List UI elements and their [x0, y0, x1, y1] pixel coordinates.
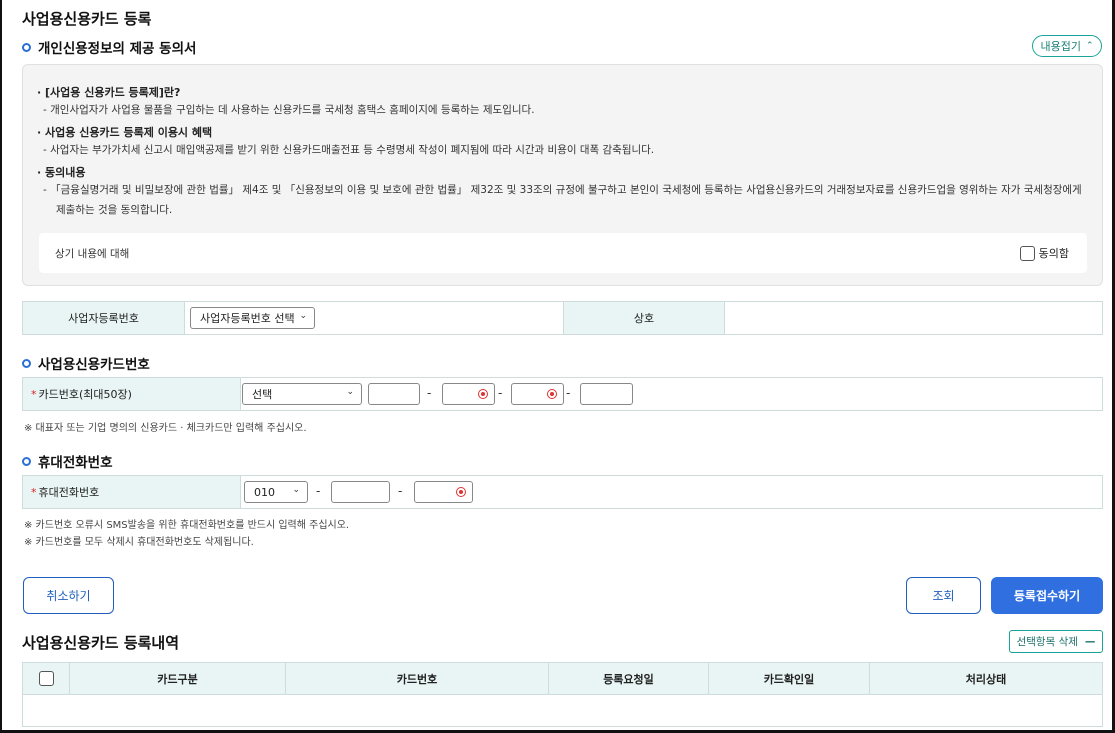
checkbox-icon[interactable] — [1019, 245, 1035, 261]
phone-last-input[interactable] — [414, 481, 473, 503]
dash-separator: - — [398, 484, 403, 498]
secure-input-icon — [456, 487, 466, 497]
search-button[interactable]: 조회 — [906, 577, 981, 614]
agree-prompt: 상기 내용에 대해 — [55, 248, 130, 260]
phone-section-label: 휴대전화번호 — [38, 455, 113, 471]
agree-checkbox-label: 동의함 — [1038, 247, 1069, 260]
consent-heading-1: · [사업용 신용카드 등록제]란? — [37, 86, 181, 99]
page-title: 사업용신용카드 등록 — [22, 10, 152, 28]
phone-label-text: 휴대전화번호 — [38, 486, 100, 499]
card-number-label: * 카드번호(최대50장) — [22, 377, 241, 411]
section-bullet-icon — [22, 456, 31, 466]
column-header: 카드확인일 — [708, 662, 870, 695]
chevron-down-icon: ⌄ — [299, 311, 307, 321]
card-note: ※ 대표자 또는 기업 명의의 신용카드 · 체크카드만 입력해 주십시오. — [24, 423, 307, 434]
dash-separator: - — [316, 484, 321, 498]
history-list-body — [22, 695, 1103, 727]
phone-middle-input[interactable] — [331, 481, 390, 503]
card-section-label: 사업용신용카드번호 — [38, 357, 150, 373]
column-header: 처리상태 — [869, 662, 1103, 695]
card-section-title: 사업용신용카드번호 — [22, 353, 150, 373]
card-number-input-3[interactable] — [511, 383, 564, 405]
required-mark: * — [31, 387, 37, 401]
business-reg-no-select-value: 사업자등록번호 선택 — [200, 312, 295, 325]
collapse-label: 내용접기 — [1040, 40, 1081, 53]
select-all-header — [22, 662, 70, 695]
delete-selected-button[interactable]: 선택항목 삭제 — — [1009, 630, 1103, 653]
business-reg-no-label: 사업자등록번호 — [22, 301, 185, 335]
consent-text-1: - 개인사업자가 사업용 물품을 구입하는 데 사용하는 신용카드를 국세청 홈… — [43, 104, 535, 116]
consent-section-label: 개인신용정보의 제공 동의서 — [38, 41, 197, 57]
card-number-input-1[interactable] — [368, 383, 420, 405]
company-name-label: 상호 — [563, 301, 725, 335]
business-reg-no-select[interactable]: 사업자등록번호 선택 ⌄ — [190, 307, 315, 329]
cancel-button[interactable]: 취소하기 — [23, 577, 114, 614]
consent-heading-3: · 동의내용 — [37, 166, 86, 179]
agree-row: 상기 내용에 대해 동의함 — [39, 233, 1087, 273]
consent-heading-2: · 사업용 신용카드 등록제 이용시 혜택 — [37, 126, 213, 139]
column-header: 카드번호 — [285, 662, 549, 695]
secure-input-icon — [547, 389, 557, 399]
business-reg-no-cell: 사업자등록번호 선택 ⌄ — [184, 301, 564, 335]
chevron-up-icon: ⌃ — [1085, 41, 1094, 51]
section-bullet-icon — [22, 42, 31, 52]
consent-text-3a: - 「금융실명거래 및 비밀보장에 관한 법률」 제4조 및 「신용정보의 이용… — [43, 184, 1082, 196]
phone-prefix-value: 010 — [254, 485, 275, 499]
required-mark: * — [31, 485, 37, 499]
history-title: 사업용신용카드 등록내역 — [22, 634, 180, 652]
consent-box: · [사업용 신용카드 등록제]란? - 개인사업자가 사업용 물품을 구입하는… — [22, 64, 1103, 286]
phone-section-title: 휴대전화번호 — [22, 451, 113, 471]
agree-checkbox[interactable]: 동의함 — [1019, 245, 1069, 261]
dash-separator: - — [427, 386, 432, 400]
phone-label: * 휴대전화번호 — [22, 475, 241, 509]
submit-registration-button[interactable]: 등록접수하기 — [991, 577, 1103, 614]
phone-cell: 010 ⌄ - - — [240, 475, 1103, 509]
card-number-input-4[interactable] — [580, 383, 633, 405]
consent-text-2: - 사업자는 부가가치세 신고시 매입액공제를 받기 위한 신용카드매출전표 등… — [43, 144, 655, 156]
card-number-label-text: 카드번호(최대50장) — [38, 388, 132, 401]
card-company-select[interactable]: 선택 ⌄ — [242, 383, 362, 405]
column-header: 등록요청일 — [548, 662, 709, 695]
card-company-select-value: 선택 — [252, 388, 273, 401]
secure-input-icon — [478, 389, 488, 399]
phone-note-1: ※ 카드번호 오류시 SMS발송을 위한 휴대전화번호를 반드시 입력해 주십시… — [24, 520, 350, 531]
consent-section-title: 개인신용정보의 제공 동의서 — [22, 37, 196, 57]
chevron-down-icon: ⌄ — [346, 387, 354, 397]
dash-separator: - — [566, 386, 571, 400]
chevron-down-icon: ⌄ — [292, 485, 300, 495]
consent-text-3b: 제출하는 것을 동의합니다. — [56, 204, 173, 216]
column-header: 카드구분 — [69, 662, 286, 695]
minus-icon: — — [1084, 635, 1096, 648]
phone-prefix-select[interactable]: 010 ⌄ — [244, 481, 308, 503]
section-bullet-icon — [22, 358, 31, 368]
delete-selected-label: 선택항목 삭제 — [1016, 636, 1078, 648]
phone-note-2: ※ 카드번호를 모두 삭제시 휴대전화번호도 삭제됩니다. — [24, 537, 254, 548]
card-number-cell: 선택 ⌄ - - - — [240, 377, 1103, 411]
dash-separator: - — [498, 386, 503, 400]
company-name-cell — [724, 301, 1103, 335]
card-number-input-2[interactable] — [442, 383, 495, 405]
select-all-checkbox[interactable] — [38, 671, 54, 686]
collapse-content-button[interactable]: 내용접기 ⌃ — [1032, 35, 1102, 57]
